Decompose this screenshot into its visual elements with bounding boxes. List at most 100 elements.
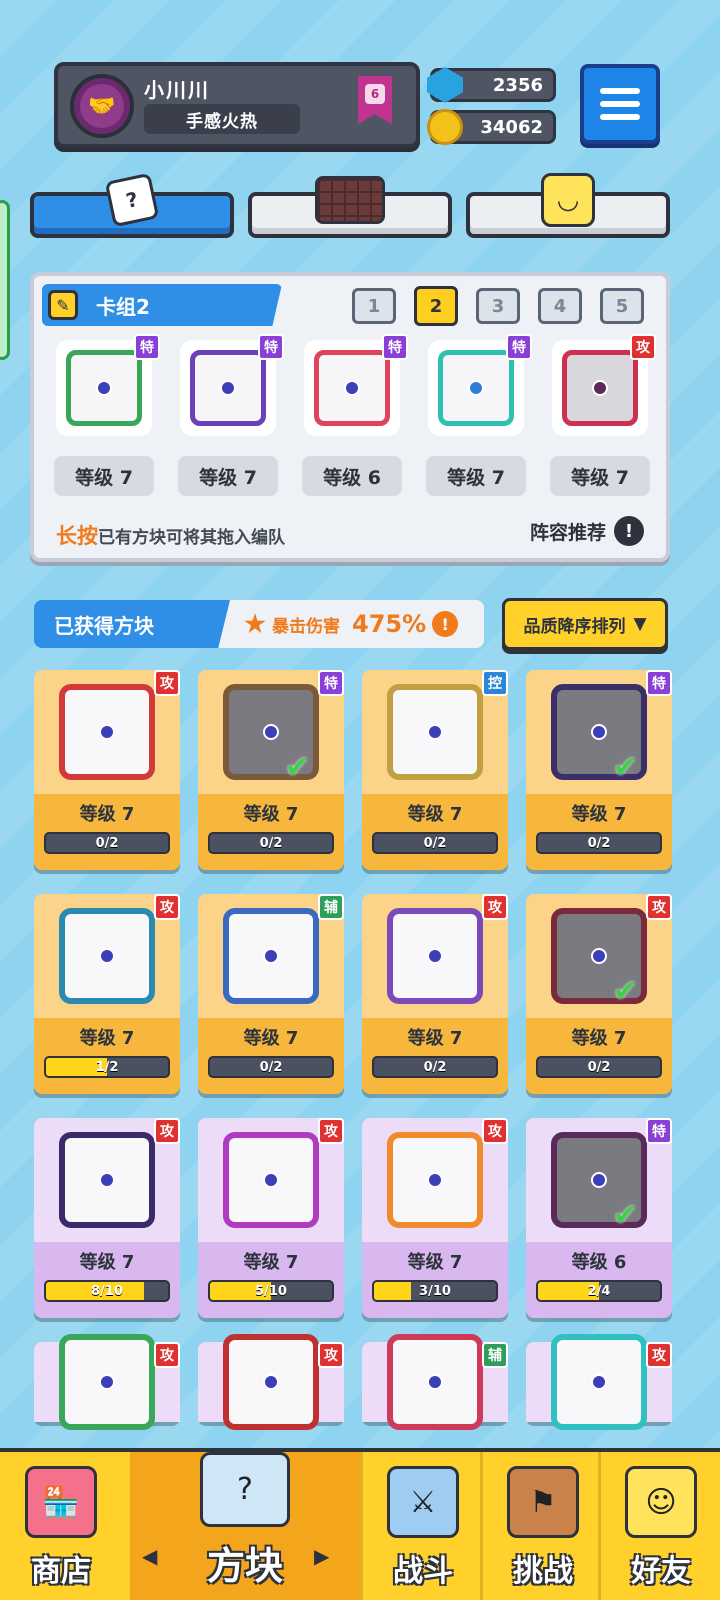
nav-friends-label: 好友 (631, 1554, 691, 1589)
player-name: 小川川 (144, 78, 210, 102)
block-progress-bar: 2/4 (536, 1280, 662, 1302)
progress-text: 0/2 (587, 835, 611, 851)
block-card[interactable]: 攻等级 7 0/2 (362, 894, 508, 1094)
deck-name-tab[interactable]: ✎ 卡组2 (42, 284, 282, 326)
nav-blocks[interactable]: ? 方块 (130, 1452, 360, 1600)
equipped-check-icon: ✔ (612, 750, 638, 785)
block-card[interactable]: 攻等级 7 1/2 (34, 894, 180, 1094)
block-level: 等级 7 (407, 1028, 463, 1049)
block-art (387, 1334, 483, 1430)
block-card[interactable]: 控等级 7 0/2 (362, 670, 508, 870)
block-progress-bar: 0/2 (44, 832, 170, 854)
progress-text: 0/2 (587, 1059, 611, 1075)
type-badge: 特 (318, 670, 344, 696)
deck-number-3[interactable]: 3 (476, 288, 520, 324)
dot-icon (591, 724, 607, 740)
block-card[interactable]: 辅等级 7 0/2 (198, 894, 344, 1094)
smile-block-icon: ◡ (533, 170, 603, 230)
deck-number-1[interactable]: 1 (352, 288, 396, 324)
coin-counter[interactable]: 34062 (427, 109, 556, 145)
tab-board[interactable] (248, 176, 452, 238)
type-badge: 攻 (154, 1342, 180, 1368)
side-drawer-handle[interactable] (0, 200, 10, 360)
type-badge: 特 (646, 670, 672, 696)
info-icon: ! (614, 516, 644, 546)
block-art (59, 1334, 155, 1430)
progress-text: 1/2 (95, 1059, 119, 1075)
block-card[interactable]: 攻 ✔ 等级 7 0/2 (526, 894, 672, 1094)
block-card[interactable]: 特 ✔ 等级 7 0/2 (198, 670, 344, 870)
block-card[interactable]: 攻 (198, 1334, 344, 1430)
deck-card-5[interactable]: 攻 (552, 334, 656, 436)
deck-number-4[interactable]: 4 (538, 288, 582, 324)
block-card[interactable]: 攻等级 7 3/10 (362, 1118, 508, 1318)
info-icon[interactable]: ! (432, 611, 459, 637)
progress-text: 8/10 (91, 1283, 123, 1299)
tab-dice[interactable]: ? (30, 172, 234, 238)
block-card[interactable]: 攻 (34, 1334, 180, 1430)
avatar[interactable]: 🤝 (70, 74, 134, 138)
rank-number: 6 (365, 84, 385, 104)
nav-friends[interactable]: ☺ 好友 (600, 1452, 720, 1600)
deck-number-5[interactable]: 5 (600, 288, 644, 324)
block-card[interactable]: 攻等级 7 0/2 (34, 670, 180, 870)
nav-battle-label: 战斗 (393, 1554, 453, 1589)
menu-button[interactable] (580, 64, 660, 144)
dot-icon (263, 1374, 279, 1390)
nav-challenge-label: 挑战 (513, 1554, 573, 1589)
hint-text: 已有方块可将其拖入编队 (98, 528, 285, 548)
dot-icon (99, 948, 115, 964)
block-level: 等级 7 (79, 804, 135, 825)
player-profile[interactable]: 🤝 小川川 手感火热 6 (54, 62, 420, 148)
sword-shield-icon: ⚔ (387, 1466, 459, 1538)
dot-icon (99, 1374, 115, 1390)
block-level: 等级 7 (571, 804, 627, 825)
deck-card-1[interactable]: 特 (56, 334, 160, 436)
type-badge: 特 (646, 1118, 672, 1144)
dot-icon (99, 1172, 115, 1188)
gem-counter[interactable]: 2356 (427, 67, 556, 103)
gem-icon (427, 67, 463, 103)
deck-card-level-2: 等级 7 (178, 456, 278, 496)
block-card[interactable]: 攻等级 7 5/10 (198, 1118, 344, 1318)
deck-card-3[interactable]: 特 (304, 334, 408, 436)
nav-shop[interactable]: 🏪 商店 (0, 1452, 122, 1600)
arrow-right-icon[interactable]: ▶ (314, 1544, 329, 1568)
block-level: 等级 7 (243, 1028, 299, 1049)
lineup-recommend-button[interactable]: 阵容推荐 ! (530, 516, 644, 546)
dot-icon (591, 1172, 607, 1188)
block-card[interactable]: 特 ✔ 等级 7 0/2 (526, 670, 672, 870)
equipped-check-icon: ✔ (284, 750, 310, 785)
deck-card-2[interactable]: 特 (180, 334, 284, 436)
nav-challenge[interactable]: ⚑ 挑战 (482, 1452, 604, 1600)
sort-label: 品质降序排列 (523, 616, 626, 637)
sort-dropdown[interactable]: 品质降序排列 ▼ (502, 598, 668, 650)
block-card[interactable]: 攻等级 7 8/10 (34, 1118, 180, 1318)
dot-icon (591, 948, 607, 964)
block-art (223, 908, 319, 1004)
deck-name: 卡组2 (96, 294, 150, 319)
coin-icon (427, 109, 463, 145)
block-card[interactable]: 特 ✔ 等级 6 2/4 (526, 1118, 672, 1318)
deck-number-2[interactable]: 2 (414, 286, 458, 326)
caret-down-icon: ▼ (633, 614, 647, 634)
block-level: 等级 7 (243, 1252, 299, 1273)
deck-card-4[interactable]: 特 (428, 334, 532, 436)
progress-text: 5/10 (255, 1283, 287, 1299)
tab-smile-block[interactable]: ◡ (466, 173, 670, 238)
crit-damage[interactable]: 暴击伤害 475% ! (244, 600, 459, 648)
edit-icon[interactable]: ✎ (48, 290, 78, 320)
rank-badge[interactable]: 6 (358, 76, 392, 124)
type-badge: 攻 (646, 1342, 672, 1368)
type-badge: 攻 (318, 1118, 344, 1144)
arrow-left-icon[interactable]: ◀ (142, 1544, 157, 1568)
type-badge: 攻 (482, 1118, 508, 1144)
block-card[interactable]: 辅 (362, 1334, 508, 1430)
nav-shop-label: 商店 (31, 1554, 91, 1589)
dot-icon (427, 948, 443, 964)
block-art (59, 1132, 155, 1228)
dot-icon (263, 948, 279, 964)
block-card[interactable]: 攻 (526, 1334, 672, 1430)
nav-battle[interactable]: ⚔ 战斗 (362, 1452, 484, 1600)
type-badge: 攻 (154, 670, 180, 696)
